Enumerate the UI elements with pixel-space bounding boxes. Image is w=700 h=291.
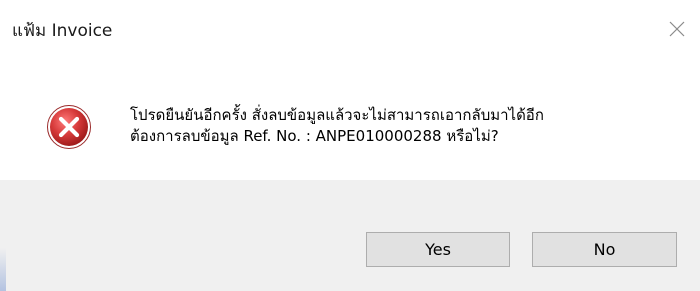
no-button[interactable]: No (532, 232, 677, 267)
message-dialog: แฟ้ม Invoice โปรดยืนยันอีกครั้ง สั่งลบข้… (0, 0, 700, 291)
message-line-2: ต้องการลบข้อมูล Ref. No. : ANPE010000288… (130, 127, 499, 145)
button-bar: Yes No (0, 180, 700, 291)
yes-button[interactable]: Yes (366, 232, 510, 267)
dialog-body: โปรดยืนยันอีกครั้ง สั่งลบข้อมูลแล้วจะไม่… (0, 64, 700, 180)
close-button[interactable] (654, 0, 700, 62)
dialog-message: โปรดยืนยันอีกครั้ง สั่งลบข้อมูลแล้วจะไม่… (130, 105, 544, 147)
error-icon (47, 105, 91, 149)
dialog-title: แฟ้ม Invoice (12, 21, 113, 41)
message-line-1: โปรดยืนยันอีกครั้ง สั่งลบข้อมูลแล้วจะไม่… (130, 106, 544, 124)
title-bar[interactable]: แฟ้ม Invoice (0, 0, 700, 64)
window-edge (0, 248, 6, 291)
close-icon (669, 21, 685, 37)
